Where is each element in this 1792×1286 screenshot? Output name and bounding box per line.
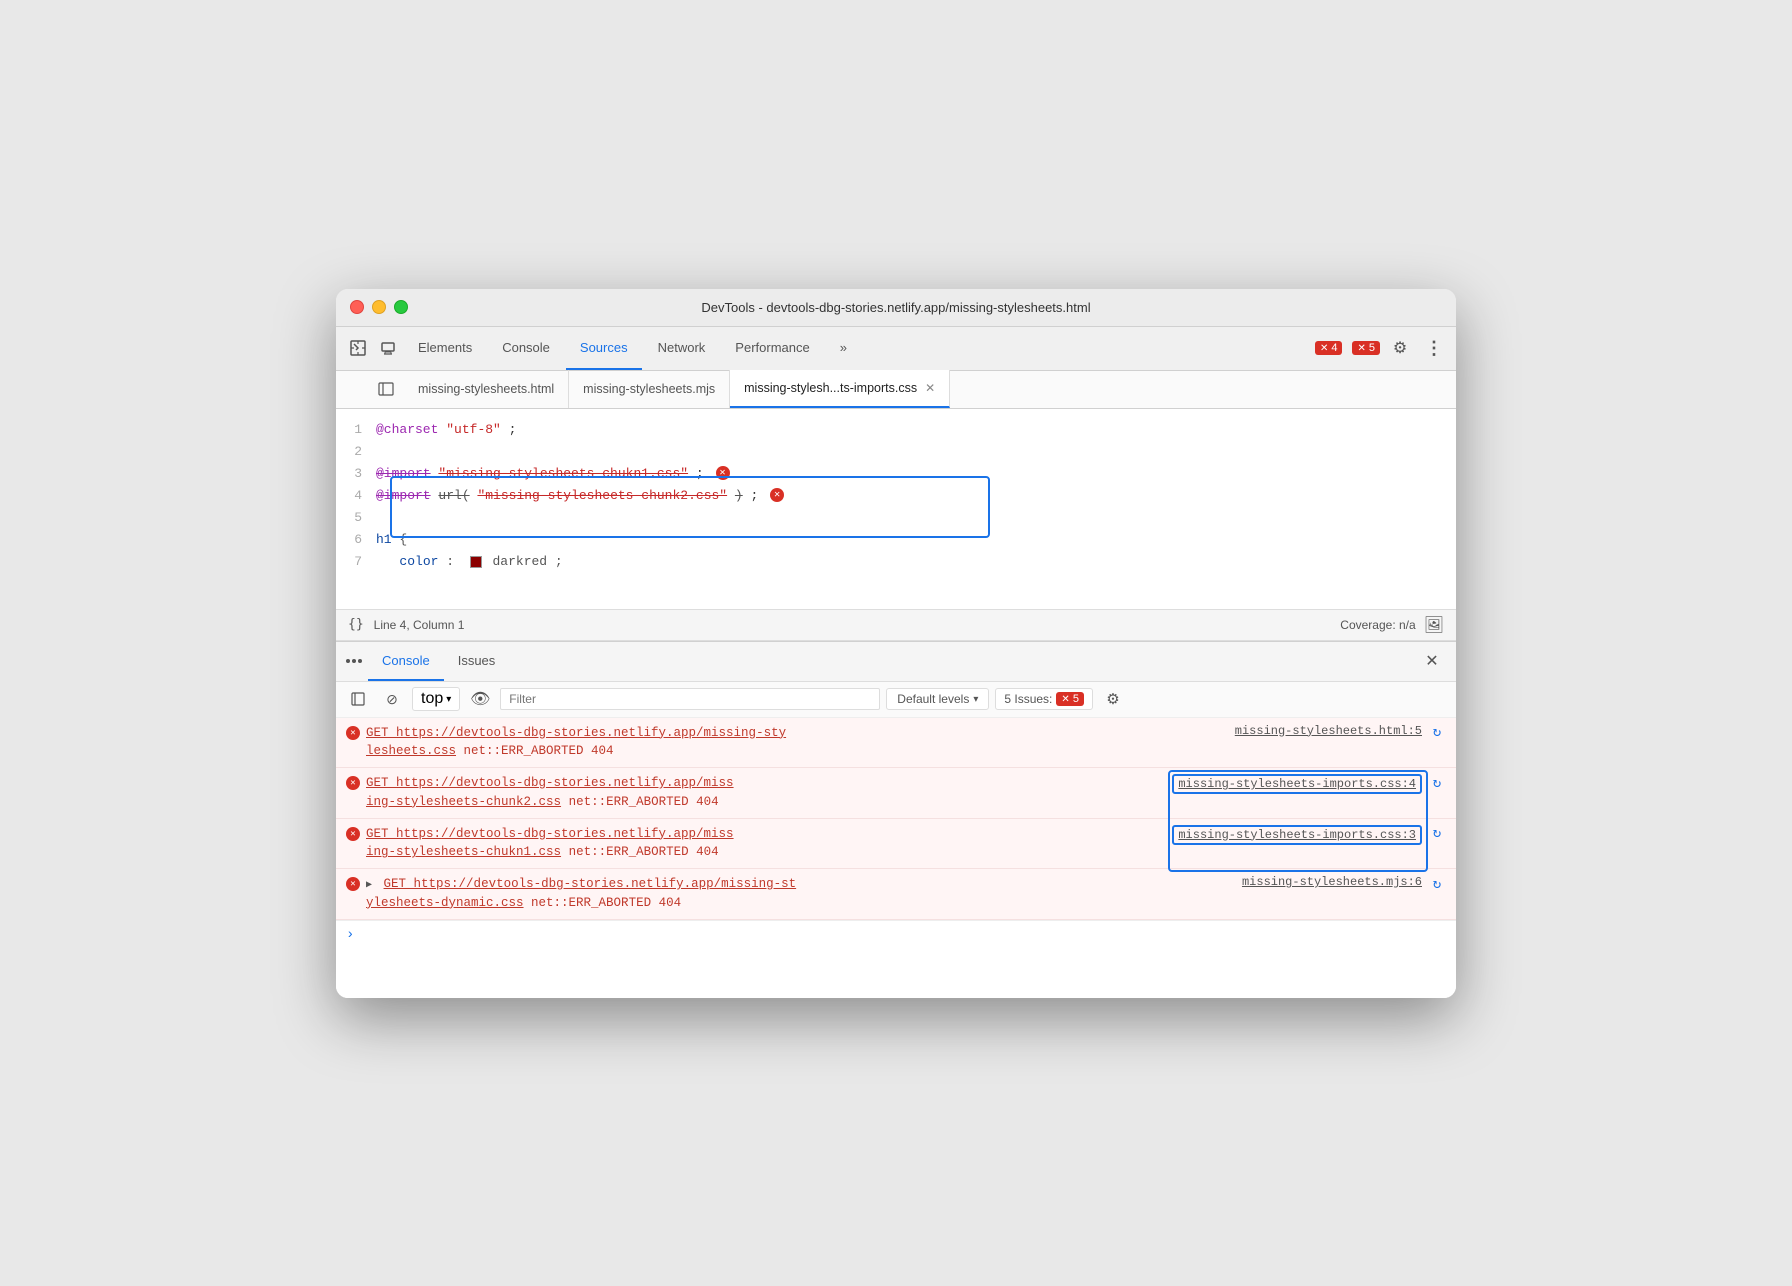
- prompt-icon: ›: [346, 927, 354, 943]
- status-bar: {} Line 4, Column 1 Coverage: n/a 🖼: [336, 609, 1456, 641]
- error-icon-line3: ✕: [716, 466, 730, 480]
- console-message-2: ✕ GET https://devtools-dbg-stories.netli…: [336, 768, 1456, 819]
- error-icon-msg4: ✕: [346, 877, 360, 891]
- msg-source-2[interactable]: missing-stylesheets-imports.css:4: [1172, 774, 1422, 794]
- tab-sources[interactable]: Sources: [566, 326, 642, 370]
- screenshot-icon[interactable]: 🖼: [1424, 615, 1444, 635]
- file-tab-css[interactable]: missing-stylesh...ts-imports.css ✕: [730, 370, 950, 408]
- format-icon[interactable]: {}: [348, 617, 364, 632]
- context-label: top: [421, 690, 443, 708]
- error-icon-msg3: ✕: [346, 827, 360, 841]
- inspect-icon[interactable]: [344, 334, 372, 362]
- devtools-window: DevTools - devtools-dbg-stories.netlify.…: [336, 289, 1456, 998]
- cursor-position: Line 4, Column 1: [374, 618, 465, 632]
- color-swatch-darkred: [470, 556, 482, 568]
- msg-text-3: GET https://devtools-dbg-stories.netlify…: [366, 825, 1166, 863]
- code-line-2: 2: [336, 441, 1456, 463]
- error-icon-msg2: ✕: [346, 776, 360, 790]
- code-line-5: 5: [336, 507, 1456, 529]
- console-message-4: ✕ ▶ GET https://devtools-dbg-stories.net…: [336, 869, 1456, 920]
- status-right: Coverage: n/a 🖼: [1340, 615, 1444, 635]
- code-line-1: 1 @charset "utf-8" ;: [336, 419, 1456, 441]
- console-tab-issues[interactable]: Issues: [444, 641, 510, 681]
- file-tab-html[interactable]: missing-stylesheets.html: [404, 370, 569, 408]
- error-icon-msg1: ✕: [346, 726, 360, 740]
- console-clear-icon[interactable]: ⊘: [378, 685, 406, 713]
- console-close-icon[interactable]: ✕: [1418, 647, 1446, 675]
- expand-triangle-icon[interactable]: ▶: [366, 880, 372, 891]
- more-icon[interactable]: ⋮: [1420, 334, 1448, 362]
- file-tab-close-icon[interactable]: ✕: [925, 381, 935, 395]
- file-tab-mjs[interactable]: missing-stylesheets.mjs: [569, 370, 730, 408]
- code-line-6: 6 h1 {: [336, 529, 1456, 551]
- msg-refresh-2[interactable]: ↻: [1428, 774, 1446, 792]
- coverage-label: Coverage: n/a: [1340, 618, 1415, 632]
- sidebar-toggle-icon[interactable]: [372, 375, 400, 403]
- code-line-7: 7 color : darkred ;: [336, 551, 1456, 573]
- console-toolbar: ⊘ top ▾ 👁 Default levels ▾ 5 Issues: ✕ 5…: [336, 682, 1456, 718]
- console-tab-bar: Console Issues ✕: [336, 642, 1456, 682]
- issues-count-badge: 5 Issues: ✕ 5: [995, 688, 1093, 710]
- eye-icon[interactable]: 👁: [466, 685, 494, 713]
- error-icon-line4: ✕: [770, 488, 784, 502]
- context-dropdown-icon: ▾: [446, 694, 451, 705]
- devtools-tab-bar: Elements Console Sources Network Perform…: [336, 327, 1456, 371]
- msg-refresh-1[interactable]: ↻: [1428, 724, 1446, 742]
- issues-err-badge: ✕ 5: [1056, 692, 1084, 706]
- settings-icon[interactable]: ⚙: [1386, 334, 1414, 362]
- msg-text-4: ▶ GET https://devtools-dbg-stories.netli…: [366, 875, 1236, 913]
- tab-network[interactable]: Network: [644, 326, 720, 370]
- msg-refresh-3[interactable]: ↻: [1428, 825, 1446, 843]
- msg-source-1[interactable]: missing-stylesheets.html:5: [1235, 724, 1422, 738]
- error-badge-1: ✕ 4: [1315, 341, 1343, 355]
- msg-text-1: GET https://devtools-dbg-stories.netlify…: [366, 724, 1229, 762]
- console-messages: ✕ GET https://devtools-dbg-stories.netli…: [336, 718, 1456, 998]
- context-selector[interactable]: top ▾: [412, 687, 460, 711]
- msg-source-4[interactable]: missing-stylesheets.mjs:6: [1242, 875, 1422, 889]
- device-icon[interactable]: [374, 334, 402, 362]
- msg-text-2: GET https://devtools-dbg-stories.netlify…: [366, 774, 1166, 812]
- console-sidebar-icon[interactable]: [344, 685, 372, 713]
- error-badge-2: ✕ 5: [1352, 341, 1380, 355]
- minimize-button[interactable]: [372, 300, 386, 314]
- console-menu-icon[interactable]: [346, 659, 362, 663]
- console-tab-console[interactable]: Console: [368, 641, 444, 681]
- filter-input[interactable]: [500, 688, 880, 710]
- code-editor: 1 @charset "utf-8" ; 2 3 @import "missin…: [336, 409, 1456, 609]
- tab-elements[interactable]: Elements: [404, 326, 486, 370]
- maximize-button[interactable]: [394, 300, 408, 314]
- titlebar: DevTools - devtools-dbg-stories.netlify.…: [336, 289, 1456, 327]
- console-message-1: ✕ GET https://devtools-dbg-stories.netli…: [336, 718, 1456, 769]
- code-line-3: 3 @import "missing-stylesheets-chukn1.cs…: [336, 463, 1456, 485]
- tabs-right-area: ✕ 4 ✕ 5 ⚙ ⋮: [1309, 334, 1448, 362]
- msg-source-3[interactable]: missing-stylesheets-imports.css:3: [1172, 825, 1422, 845]
- tab-more[interactable]: »: [826, 326, 861, 370]
- traffic-lights: [350, 300, 408, 314]
- tab-console[interactable]: Console: [488, 326, 564, 370]
- console-prompt: ›: [336, 920, 1456, 949]
- close-button[interactable]: [350, 300, 364, 314]
- console-message-3: ✕ GET https://devtools-dbg-stories.netli…: [336, 819, 1456, 870]
- tab-performance[interactable]: Performance: [721, 326, 823, 370]
- console-settings-icon[interactable]: ⚙: [1099, 685, 1127, 713]
- file-tab-bar: missing-stylesheets.html missing-stylesh…: [336, 371, 1456, 409]
- console-panel: Console Issues ✕ ⊘ top ▾ 👁 Default level…: [336, 641, 1456, 998]
- window-title: DevTools - devtools-dbg-stories.netlify.…: [701, 300, 1090, 315]
- levels-button[interactable]: Default levels ▾: [886, 688, 989, 710]
- code-line-4: 4 @import url( "missing-stylesheets-chun…: [336, 485, 1456, 507]
- levels-dropdown-icon: ▾: [973, 694, 978, 705]
- msg-refresh-4[interactable]: ↻: [1428, 875, 1446, 893]
